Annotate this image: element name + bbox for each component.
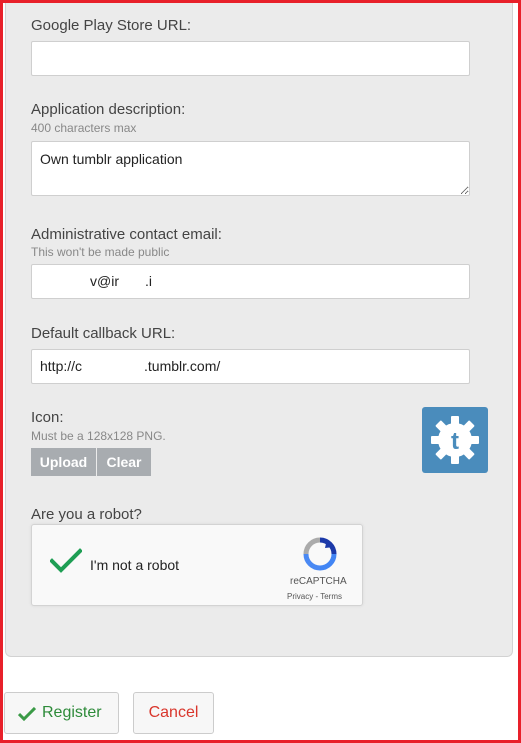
recaptcha-checkbox-label: I'm not a robot (90, 557, 180, 573)
register-button[interactable]: Register (4, 692, 119, 734)
recaptcha-logo-icon (303, 537, 337, 571)
recaptcha-widget: I'm not a robot reCAPTCHA Privacy - Term… (31, 524, 363, 606)
robot-label: Are you a robot? (31, 506, 142, 523)
callback-url-input[interactable]: http://c .tumblr.com/ (31, 349, 470, 384)
description-textarea[interactable]: Own tumblr application (31, 141, 470, 196)
checkmark-icon[interactable] (50, 548, 82, 574)
clear-button[interactable]: Clear (97, 448, 151, 476)
contact-email-label: Administrative contact email: (31, 226, 222, 243)
contact-email-hint: This won't be made public (31, 245, 170, 259)
tumblr-glyph: t (451, 428, 459, 455)
contact-email-value: v@ir (90, 273, 119, 289)
icon-hint: Must be a 128x128 PNG. (31, 429, 166, 443)
callback-url-label: Default callback URL: (31, 325, 176, 342)
callback-url-value-start: http://c (40, 358, 83, 374)
icon-label: Icon: (31, 409, 64, 426)
play-store-url-input[interactable] (31, 41, 470, 76)
play-store-url-label: Google Play Store URL: (31, 17, 192, 34)
recaptcha-links: Privacy - Terms (287, 592, 342, 601)
recaptcha-privacy-link[interactable]: Privacy (287, 592, 313, 601)
recaptcha-brand: reCAPTCHA (290, 576, 347, 587)
recaptcha-terms-link[interactable]: Terms (320, 592, 342, 601)
contact-email-input[interactable]: v@ir .i (31, 264, 470, 299)
contact-email-value-tail: .i (144, 273, 152, 289)
upload-button[interactable]: Upload (31, 448, 96, 476)
redaction-mask (40, 276, 90, 286)
description-hint: 400 characters max (31, 121, 137, 135)
description-label: Application description: (31, 101, 186, 118)
check-icon (18, 707, 36, 721)
tumblr-gear-icon: t (431, 416, 479, 464)
app-icon: t (422, 407, 488, 473)
cancel-button[interactable]: Cancel (133, 692, 214, 734)
register-label: Register (42, 704, 102, 721)
callback-url-value-end: .tumblr.com/ (144, 358, 221, 374)
